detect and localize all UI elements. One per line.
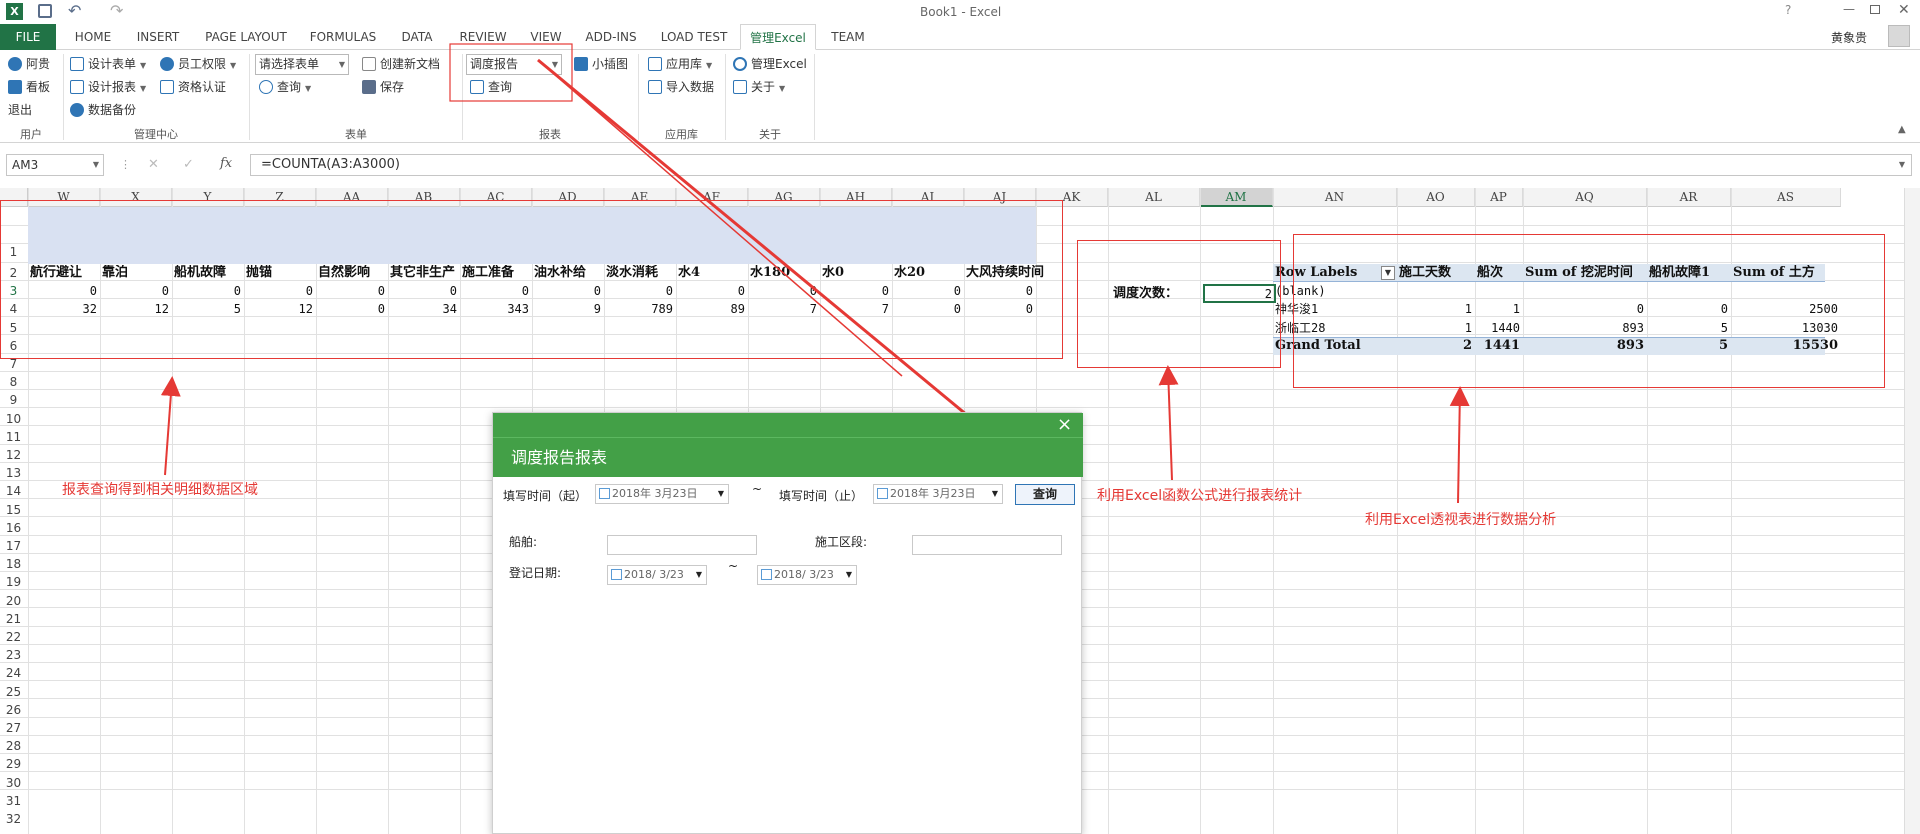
checkbox-icon[interactable] [761, 569, 772, 580]
reg-start-picker[interactable]: 2018/ 3/23 ▼ [607, 565, 707, 585]
dialog-header-divider [493, 437, 1083, 438]
checkbox-icon[interactable] [599, 488, 610, 499]
query-button[interactable]: 查询 [1015, 484, 1075, 505]
reg-date-label: 登记日期: [509, 566, 562, 580]
chevron-down-icon: ▼ [991, 489, 998, 498]
section-input[interactable] [912, 535, 1062, 555]
chevron-down-icon: ▼ [717, 489, 724, 498]
ship-label: 船舶: [509, 535, 538, 549]
fill-start-picker[interactable]: 2018年 3月23日 ▼ [595, 484, 729, 504]
fill-start-value: 2018年 3月23日 [612, 487, 698, 500]
fill-end-value: 2018年 3月23日 [890, 487, 976, 500]
checkbox-icon[interactable] [611, 569, 622, 580]
section-label: 施工区段: [815, 535, 868, 549]
tilde-1: ~ [752, 482, 763, 496]
checkbox-icon[interactable] [877, 488, 888, 499]
reg-start-value: 2018/ 3/23 [624, 568, 684, 581]
chevron-down-icon: ▼ [845, 570, 852, 579]
chevron-down-icon: ▼ [695, 570, 702, 579]
dialog-header: 调度报告报表 × [493, 413, 1083, 477]
reg-end-picker[interactable]: 2018/ 3/23 ▼ [757, 565, 857, 585]
fill-start-label: 填写时间（起） [503, 489, 588, 503]
fill-end-picker[interactable]: 2018年 3月23日 ▼ [873, 484, 1003, 504]
report-dialog: 调度报告报表 × 填写时间（起） 2018年 3月23日 ▼ ~ 填写时间（止） … [492, 412, 1083, 834]
fill-end-label: 填写时间（止） [779, 489, 864, 503]
dialog-title: 调度报告报表 [511, 448, 608, 467]
close-icon[interactable]: × [1057, 414, 1072, 435]
ship-input[interactable] [607, 535, 757, 555]
reg-end-value: 2018/ 3/23 [774, 568, 834, 581]
tilde-2: ~ [728, 559, 739, 573]
